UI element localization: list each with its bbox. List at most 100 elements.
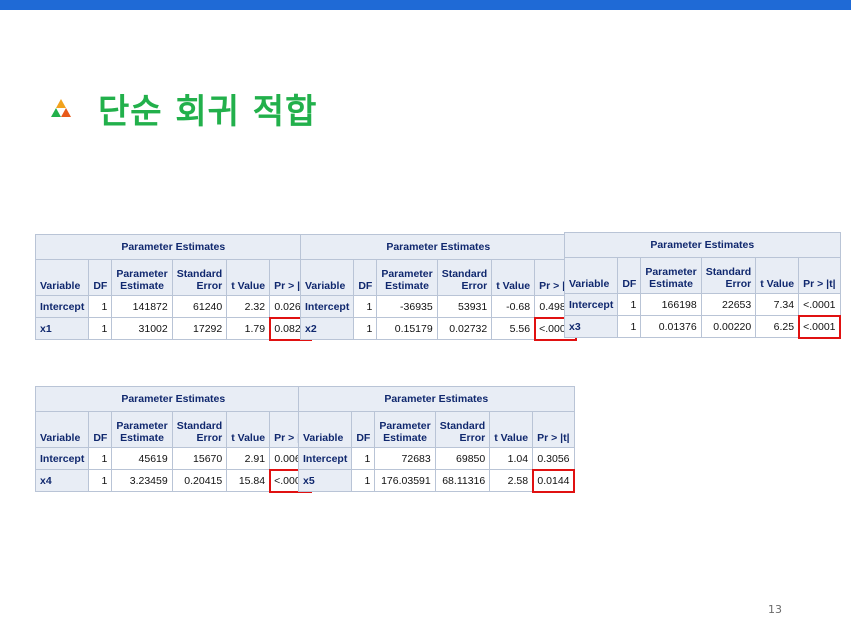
table-row: Intercept 1 45619 15670 2.91 0.0064: [34, 447, 312, 470]
estimate-cell: -36935: [376, 295, 438, 318]
df-cell: 1: [617, 315, 642, 338]
tvalue-cell: 15.84: [226, 469, 271, 492]
df-cell: 1: [353, 295, 378, 318]
table-row: x5 1 176.03591 68.11316 2.58 0.0144: [297, 468, 576, 493]
df-cell: 1: [351, 469, 376, 492]
col-variable: Variable: [34, 411, 90, 448]
table-row: x3 1 0.01376 0.00220 6.25 <.0001: [563, 314, 842, 339]
tvalue-cell: 1.04: [489, 447, 534, 470]
table-row: x2 1 0.15179 0.02732 5.56 <.0001: [299, 316, 578, 341]
stderr-cell: 22653: [700, 293, 757, 316]
triangle-logo-icon: [51, 99, 71, 117]
stderr-cell: 53931: [436, 295, 493, 318]
stderr-cell: 0.00220: [700, 315, 757, 338]
table-row: Intercept 1 72683 69850 1.04 0.3056: [297, 447, 575, 470]
estimate-cell: 3.23459: [111, 469, 173, 492]
col-stderr: Standard Error: [434, 411, 491, 448]
col-estimate: Parameter Estimate: [374, 411, 436, 448]
tvalue-cell: -0.68: [491, 295, 536, 318]
table-row: Intercept 1 166198 22653 7.34 <.0001: [563, 293, 841, 316]
col-df: DF: [88, 411, 113, 448]
col-df: DF: [617, 257, 642, 294]
table-caption: Parameter Estimates: [300, 234, 577, 260]
table-caption: Parameter Estimates: [298, 386, 575, 412]
estimate-cell: 31002: [111, 317, 173, 340]
df-cell: 1: [88, 469, 113, 492]
stderr-cell: 0.20415: [171, 469, 228, 492]
variable-cell: Intercept: [34, 447, 90, 470]
tvalue-cell: 2.58: [489, 469, 534, 492]
table-row: x1 1 31002 17292 1.79 0.0822: [34, 316, 313, 341]
col-variable: Variable: [34, 259, 90, 296]
estimate-cell: 45619: [111, 447, 173, 470]
col-variable: Variable: [297, 411, 353, 448]
col-tvalue: t Value: [226, 411, 271, 448]
col-tvalue: t Value: [226, 259, 271, 296]
parameter-estimates-table-x1: Parameter Estimates Variable DF Paramete…: [34, 234, 313, 341]
variable-cell: Intercept: [299, 295, 355, 318]
stderr-cell: 68.11316: [434, 469, 491, 492]
table-caption: Parameter Estimates: [564, 232, 841, 258]
col-estimate: Parameter Estimate: [376, 259, 438, 296]
parameter-estimates-table-x5: Parameter Estimates Variable DF Paramete…: [297, 386, 576, 493]
col-df: DF: [351, 411, 376, 448]
col-tvalue: t Value: [489, 411, 534, 448]
col-stderr: Standard Error: [171, 411, 228, 448]
parameter-estimates-table-x4: Parameter Estimates Variable DF Paramete…: [34, 386, 313, 493]
table-caption: Parameter Estimates: [35, 234, 312, 260]
stderr-cell: 17292: [171, 317, 228, 340]
col-pr: Pr > |t|: [798, 257, 841, 294]
tvalue-cell: 2.91: [226, 447, 271, 470]
parameter-estimates-table-x3: Parameter Estimates Variable DF Paramete…: [563, 232, 842, 339]
table-caption: Parameter Estimates: [35, 386, 312, 412]
variable-cell: x5: [297, 469, 353, 492]
df-cell: 1: [88, 295, 113, 318]
variable-cell: x3: [563, 315, 619, 338]
title-row: 단순 회귀 적합: [50, 86, 318, 132]
col-stderr: Standard Error: [700, 257, 757, 294]
col-stderr: Standard Error: [436, 259, 493, 296]
stderr-cell: 0.02732: [436, 317, 493, 340]
tvalue-cell: 7.34: [755, 293, 800, 316]
stderr-cell: 15670: [171, 447, 228, 470]
estimate-cell: 176.03591: [374, 469, 436, 492]
variable-cell: Intercept: [34, 295, 90, 318]
col-estimate: Parameter Estimate: [640, 257, 702, 294]
col-df: DF: [353, 259, 378, 296]
top-accent-bar: [0, 0, 851, 10]
variable-cell: x1: [34, 317, 90, 340]
estimate-cell: 166198: [640, 293, 702, 316]
col-variable: Variable: [299, 259, 355, 296]
df-cell: 1: [353, 317, 378, 340]
table-row: Intercept 1 141872 61240 2.32 0.0269: [34, 295, 312, 318]
highlighted-pvalue-cell: <.0001: [797, 314, 842, 339]
df-cell: 1: [351, 447, 376, 470]
page-number: 13: [768, 603, 782, 616]
stderr-cell: 61240: [171, 295, 228, 318]
estimate-cell: 0.01376: [640, 315, 702, 338]
tvalue-cell: 6.25: [755, 315, 800, 338]
col-variable: Variable: [563, 257, 619, 294]
estimate-cell: 0.15179: [376, 317, 438, 340]
estimate-cell: 72683: [374, 447, 436, 470]
col-tvalue: t Value: [491, 259, 536, 296]
variable-cell: Intercept: [563, 293, 619, 316]
tvalue-cell: 2.32: [226, 295, 271, 318]
table-row: Intercept 1 -36935 53931 -0.68 0.4982: [299, 295, 577, 318]
col-df: DF: [88, 259, 113, 296]
df-cell: 1: [88, 317, 113, 340]
estimate-cell: 141872: [111, 295, 173, 318]
col-estimate: Parameter Estimate: [111, 411, 173, 448]
variable-cell: x2: [299, 317, 355, 340]
tvalue-cell: 5.56: [491, 317, 536, 340]
variable-cell: x4: [34, 469, 90, 492]
page-title: 단순 회귀 적합: [98, 91, 318, 132]
col-pr: Pr > |t|: [532, 411, 575, 448]
df-cell: 1: [88, 447, 113, 470]
variable-cell: Intercept: [297, 447, 353, 470]
df-cell: 1: [617, 293, 642, 316]
pvalue-cell: <.0001: [798, 293, 841, 316]
parameter-estimates-table-x2: Parameter Estimates Variable DF Paramete…: [299, 234, 578, 341]
stderr-cell: 69850: [434, 447, 491, 470]
col-tvalue: t Value: [755, 257, 800, 294]
